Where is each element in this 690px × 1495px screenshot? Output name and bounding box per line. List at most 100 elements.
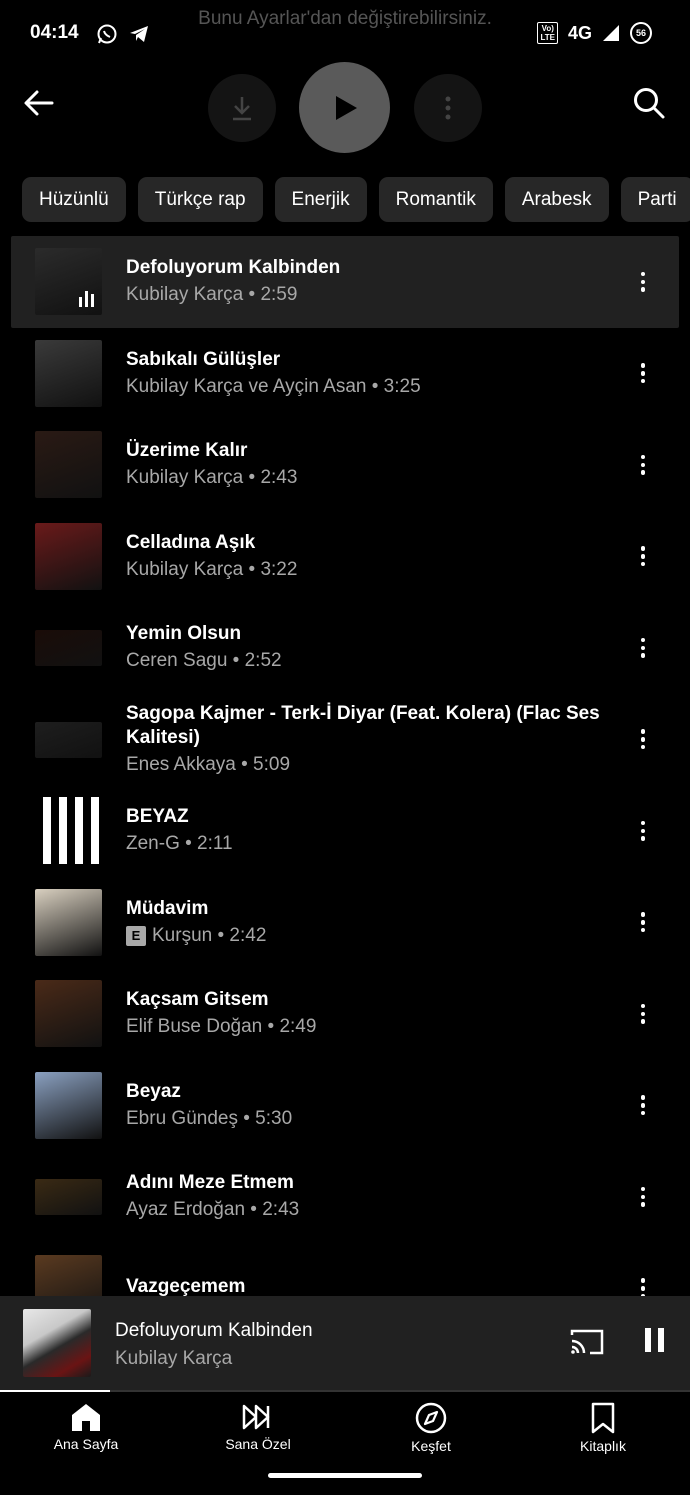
back-arrow-icon — [24, 90, 54, 116]
battery-icon: 56 — [630, 22, 652, 44]
song-meta: Enes Akkaya • 5:09 — [126, 753, 616, 777]
song-row[interactable]: BEYAZ Zen-G • 2:11 — [11, 785, 679, 877]
telegram-icon — [130, 26, 148, 42]
song-menu-icon[interactable] — [633, 910, 653, 934]
song-menu-icon[interactable] — [633, 361, 653, 385]
back-button[interactable] — [22, 86, 56, 125]
play-all-button[interactable] — [299, 62, 390, 153]
song-title: Sabıkalı Gülüşler — [126, 348, 281, 370]
song-artwork — [35, 721, 102, 758]
song-row[interactable]: Üzerime Kalır Kubilay Karça • 2:43 — [11, 419, 679, 511]
search-icon — [634, 88, 665, 119]
song-menu-icon[interactable] — [633, 1093, 653, 1117]
song-artwork — [35, 248, 102, 316]
volte-icon: Vo) LTE — [537, 22, 558, 44]
song-row[interactable]: Beyaz Ebru Gündeş • 5:30 — [11, 1060, 679, 1152]
song-title: Yemin Olsun — [126, 623, 242, 645]
song-artist-duration: Kubilay Karça • 3:22 — [126, 558, 298, 580]
song-title: Celladına Aşık — [126, 531, 256, 553]
song-menu-icon[interactable] — [633, 1185, 653, 1209]
song-row[interactable]: Yemin Olsun Ceren Sagu • 2:52 — [11, 602, 679, 694]
song-artist-duration: Ebru Gündeş • 5:30 — [126, 1107, 293, 1129]
song-title: Adını Meze Etmem — [126, 1172, 294, 1194]
nav-label: Keşfet — [411, 1438, 451, 1454]
song-artwork — [35, 522, 102, 590]
song-artwork — [35, 630, 102, 666]
song-menu-icon[interactable] — [633, 819, 653, 843]
status-bar: 04:14 Vo) LTE 4G 56 — [0, 0, 690, 68]
chip-arabesk[interactable]: Arabesk — [504, 177, 609, 222]
song-title: Beyaz — [126, 1080, 181, 1102]
song-menu-icon[interactable] — [633, 270, 653, 294]
play-icon — [335, 95, 357, 120]
song-artist-duration: Elif Buse Doğan • 2:49 — [126, 1016, 317, 1038]
song-title: Sagopa Kajmer - Terk-İ Diyar (Feat. Kole… — [126, 702, 600, 748]
more-options-button[interactable] — [414, 74, 482, 142]
song-meta: Kubilay Karça ve Ayçin Asan • 3:25 — [126, 375, 616, 399]
song-row[interactable]: Müdavim E Kurşun • 2:42 — [11, 877, 679, 969]
chip-romantik[interactable]: Romantik — [378, 177, 493, 222]
song-meta: Kubilay Karça • 2:43 — [126, 466, 616, 490]
cast-button[interactable] — [570, 1328, 604, 1361]
song-row[interactable]: Celladına Aşık Kubilay Karça • 3:22 — [11, 511, 679, 603]
song-row[interactable]: Adını Meze Etmem Ayaz Erdoğan • 2:43 — [11, 1151, 679, 1243]
song-meta: Ayaz Erdoğan • 2:43 — [126, 1198, 616, 1222]
nav-label: Ana Sayfa — [53, 1436, 119, 1452]
song-artwork — [35, 339, 102, 407]
pause-button[interactable] — [643, 1327, 667, 1358]
song-row[interactable]: Defoluyorum Kalbinden Kubilay Karça • 2:… — [11, 236, 679, 328]
song-meta: Zen-G • 2:11 — [126, 832, 616, 856]
chip-turkce-rap[interactable]: Türkçe rap — [137, 177, 263, 222]
song-artist-duration: Ayaz Erdoğan • 2:43 — [126, 1199, 300, 1221]
song-menu-icon[interactable] — [633, 636, 653, 660]
search-button[interactable] — [632, 86, 666, 125]
mini-player[interactable]: Defoluyorum Kalbinden Kubilay Karça — [0, 1296, 690, 1392]
song-meta: Ceren Sagu • 2:52 — [126, 649, 616, 673]
song-title: Müdavim — [126, 897, 209, 919]
mood-chips: Hüzünlü Türkçe rap Enerjik Romantik Arab… — [22, 177, 690, 222]
nav-explore[interactable]: Keşfet — [371, 1402, 491, 1454]
network-type: 4G — [567, 22, 592, 43]
chip-huzunlu[interactable]: Hüzünlü — [22, 177, 126, 222]
song-meta: E Kurşun • 2:42 — [126, 924, 616, 948]
song-row[interactable]: Kaçsam Gitsem Elif Buse Doğan • 2:49 — [11, 968, 679, 1060]
whatsapp-icon — [97, 24, 117, 44]
cast-icon — [570, 1329, 604, 1355]
song-title: Üzerime Kalır — [126, 440, 248, 462]
nav-label: Sana Özel — [225, 1436, 291, 1452]
pause-icon — [645, 1328, 664, 1352]
explicit-badge: E — [126, 925, 146, 946]
samples-icon — [198, 1402, 318, 1432]
song-artwork — [35, 797, 102, 865]
download-button[interactable] — [208, 74, 276, 142]
song-row[interactable]: Sagopa Kajmer - Terk-İ Diyar (Feat. Kole… — [11, 694, 679, 786]
song-menu-icon[interactable] — [633, 727, 653, 751]
song-row[interactable]: Sabıkalı Gülüşler Kubilay Karça ve Ayçin… — [11, 328, 679, 420]
song-title: Defoluyorum Kalbinden — [126, 257, 341, 279]
chip-parti[interactable]: Parti — [620, 177, 690, 222]
song-artist-duration: Kubilay Karça ve Ayçin Asan • 3:25 — [126, 375, 421, 397]
song-meta: Elif Buse Doğan • 2:49 — [126, 1015, 616, 1039]
song-menu-icon[interactable] — [633, 1002, 653, 1026]
nav-home[interactable]: Ana Sayfa — [26, 1402, 146, 1452]
chip-enerjik[interactable]: Enerjik — [274, 177, 367, 222]
now-playing-icon — [79, 291, 94, 308]
nav-label: Kitaplık — [580, 1438, 626, 1454]
library-icon — [543, 1402, 663, 1434]
nav-library[interactable]: Kitaplık — [543, 1402, 663, 1454]
mini-player-artwork — [23, 1309, 91, 1377]
signal-icon — [603, 25, 619, 41]
download-icon — [233, 97, 251, 121]
song-artwork — [35, 888, 102, 956]
song-list: Defoluyorum Kalbinden Kubilay Karça • 2:… — [11, 236, 679, 1334]
nav-samples[interactable]: Sana Özel — [198, 1402, 318, 1452]
song-artist-duration: Enes Akkaya • 5:09 — [126, 753, 291, 775]
song-menu-icon[interactable] — [633, 544, 653, 568]
explore-icon — [371, 1402, 491, 1434]
toolbar — [0, 60, 690, 155]
song-artist-duration: Zen-G • 2:11 — [126, 833, 233, 855]
song-menu-icon[interactable] — [633, 453, 653, 477]
mini-player-artist: Kubilay Karça — [115, 1348, 233, 1369]
song-meta: Kubilay Karça • 3:22 — [126, 558, 616, 582]
song-artwork — [35, 1179, 102, 1215]
